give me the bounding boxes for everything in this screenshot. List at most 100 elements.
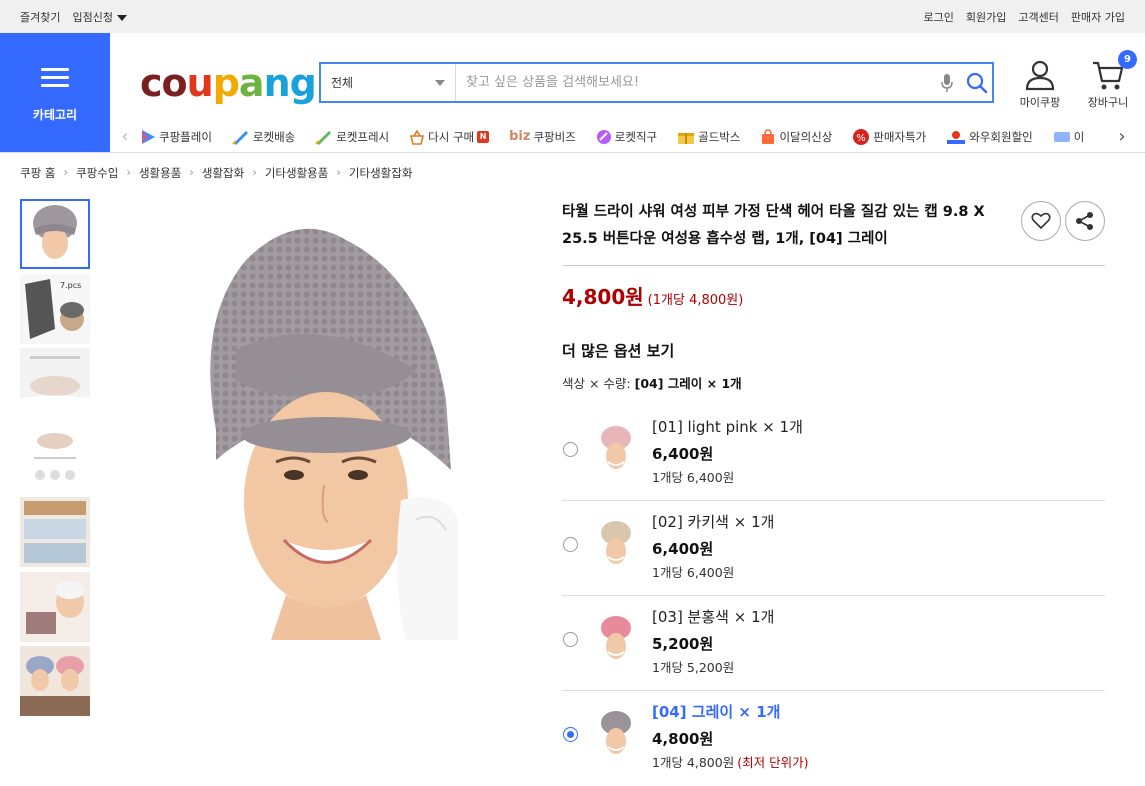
option-price: 6,400원 <box>652 540 714 558</box>
search-icon[interactable] <box>962 64 992 101</box>
option-item-khaki[interactable]: [02] 카키색 × 1개 6,400원 1개당 6,400원 <box>562 501 1105 596</box>
wishlist-button[interactable] <box>1021 201 1061 241</box>
strip-item-wow-discount[interactable]: 와우회원할인 <box>946 128 1033 146</box>
signup-link[interactable]: 회원가입 <box>966 9 1006 25</box>
category-strip: ‹ 쿠팡플레이 로켓배송 로켓프레시 다시 구매N biz 쿠팡비즈 로켓직구 <box>110 121 1145 152</box>
caret-down-icon <box>116 14 127 21</box>
option-thumbnail <box>601 426 631 469</box>
top-utility-bar: 즐겨찾기 입점신청 로그인 회원가입 고객센터 판매자 가입 <box>0 0 1145 33</box>
favorites-link[interactable]: 즐겨찾기 <box>20 9 60 25</box>
user-icon <box>1025 60 1055 91</box>
cart-label: 장바구니 <box>1087 96 1129 109</box>
breadcrumb-item[interactable]: 생활잡화 <box>202 165 244 181</box>
option-name: [04] 그레이 × 1개 <box>652 703 781 721</box>
option-radio-selected[interactable] <box>563 727 578 742</box>
breadcrumb-item[interactable]: 기타생활용품 <box>265 165 328 181</box>
strip-item-new-this-month[interactable]: 이달의신상 <box>760 128 832 146</box>
option-name: [02] 카키색 × 1개 <box>652 513 775 531</box>
option-unit-price: 1개당 6,400원 <box>652 470 735 485</box>
more-options-heading: 더 많은 옵션 보기 <box>562 342 675 360</box>
thumbnail-product-detail[interactable]: 7.pcs <box>20 273 90 344</box>
breadcrumb-item[interactable]: 쿠팡수입 <box>76 165 118 181</box>
vendor-apply-label: 입점신청 <box>72 10 113 24</box>
thumbnail-usage-guide[interactable] <box>20 422 90 493</box>
seller-signup-link[interactable]: 판매자 가입 <box>1071 9 1125 25</box>
thumbnail-absorbency[interactable] <box>20 348 90 418</box>
strip-item-coupang-play[interactable]: 쿠팡플레이 <box>140 128 212 146</box>
strip-next-arrow-icon[interactable]: › <box>1107 126 1137 147</box>
login-link[interactable]: 로그인 <box>924 9 954 25</box>
option-radio[interactable] <box>563 632 578 647</box>
chevron-right-icon: › <box>126 165 131 179</box>
cart-button[interactable]: 장바구니 9 <box>1083 50 1137 110</box>
option-unit-price: 1개당 4,800원 (최저 단위가) <box>652 755 809 770</box>
option-price: 4,800원 <box>652 730 714 748</box>
unit-price: (1개당 4,800원) <box>647 293 744 308</box>
category-menu-button[interactable]: 카테고리 <box>0 33 110 152</box>
new-badge: N <box>477 130 490 143</box>
breadcrumb-item[interactable]: 쿠팡 홈 <box>20 165 55 181</box>
basket-icon <box>410 128 425 145</box>
option-item-light-pink[interactable]: [01] light pink × 1개 6,400원 1개당 6,400원 <box>562 406 1105 501</box>
play-icon <box>142 129 155 144</box>
site-header: 카테고리 coupang 전체 마이쿠팡 장바구니 9 ‹ 쿠팡플레이 <box>0 33 1145 152</box>
category-label: 카테고리 <box>32 107 78 122</box>
strip-item-rocket-fresh[interactable]: 로켓프레시 <box>315 128 389 146</box>
breadcrumb: 쿠팡 홈 › 쿠팡수입 › 생활용품 › 생활잡화 › 기타생활용품 › 기타생활잡화 <box>20 165 412 181</box>
main-product-image[interactable] <box>176 200 458 640</box>
thumbnail-lifestyle[interactable] <box>20 571 90 642</box>
option-item-gray[interactable]: [04] 그레이 × 1개 4,800원 1개당 4,800원 (최저 단위가) <box>562 691 1105 786</box>
option-item-pink[interactable]: [03] 분홍색 × 1개 5,200원 1개당 5,200원 <box>562 596 1105 691</box>
percent-badge-icon: % <box>853 128 870 145</box>
selection-label: 색상 × 수량: <box>562 376 631 391</box>
strip-item-rocket-delivery[interactable]: 로켓배송 <box>232 128 295 146</box>
share-button[interactable] <box>1065 201 1105 241</box>
strip-item-more[interactable]: 이 <box>1053 128 1084 146</box>
vendor-apply-dropdown[interactable]: 입점신청 <box>72 9 127 25</box>
search-category-value: 전체 <box>331 76 354 90</box>
strip-item-seller-deals[interactable]: % 판매자특가 <box>852 128 926 146</box>
lowest-unit-note: (최저 단위가) <box>737 755 809 770</box>
strip-prev-arrow-icon[interactable]: ‹ <box>110 126 140 147</box>
option-price: 6,400원 <box>652 445 714 463</box>
option-thumbnail <box>601 521 631 564</box>
coupon-icon <box>1053 131 1070 142</box>
my-coupang-label: 마이쿠팡 <box>1019 96 1061 109</box>
thumbnail-color-variants[interactable] <box>20 646 90 716</box>
rocket-fresh-icon <box>315 130 332 145</box>
customer-center-link[interactable]: 고객센터 <box>1018 9 1058 25</box>
breadcrumb-item[interactable]: 기타생활잡화 <box>349 165 412 181</box>
cart-count-badge: 9 <box>1118 50 1137 69</box>
option-radio[interactable] <box>563 442 578 457</box>
strip-item-repurchase[interactable]: 다시 구매 N <box>409 128 490 146</box>
chevron-right-icon: › <box>189 165 194 179</box>
sale-price: 4,800원 <box>562 285 644 309</box>
search-category-select[interactable]: 전체 <box>321 64 456 101</box>
rocket-icon <box>232 130 248 145</box>
price-block: 4,800원 (1개당 4,800원) <box>562 281 1105 310</box>
wow-icon <box>947 130 966 144</box>
product-title: 타월 드라이 샤워 여성 피부 가정 단색 헤어 타올 질감 있는 캡 9.8 … <box>562 204 985 247</box>
breadcrumb-item[interactable]: 생활용품 <box>139 165 181 181</box>
thumbnail-gray-towel-model[interactable] <box>20 199 90 269</box>
strip-item-goldbox[interactable]: 골드박스 <box>677 128 740 146</box>
gift-box-icon <box>678 132 695 144</box>
hamburger-icon <box>41 63 69 92</box>
shopping-bag-icon <box>762 128 775 144</box>
svg-text:%: % <box>857 133 867 144</box>
biz-icon: biz <box>509 129 531 144</box>
strip-item-coupang-biz[interactable]: biz 쿠팡비즈 <box>509 128 576 146</box>
my-coupang-button[interactable]: 마이쿠팡 <box>1015 59 1065 110</box>
selection-value: [04] 그레이 × 1개 <box>634 376 742 391</box>
option-radio[interactable] <box>563 537 578 552</box>
search-input[interactable] <box>456 64 932 101</box>
microphone-icon[interactable] <box>932 64 962 101</box>
coupang-logo[interactable]: coupang <box>140 61 317 105</box>
globe-rocket-icon <box>596 129 611 144</box>
thumbnail-comparison[interactable] <box>20 497 90 567</box>
chevron-right-icon: › <box>63 165 69 179</box>
option-name: [03] 분홍색 × 1개 <box>652 608 775 626</box>
svg-text:7.pcs: 7.pcs <box>60 281 81 290</box>
header-divider <box>0 152 1145 153</box>
strip-item-rocket-global[interactable]: 로켓직구 <box>596 128 657 146</box>
